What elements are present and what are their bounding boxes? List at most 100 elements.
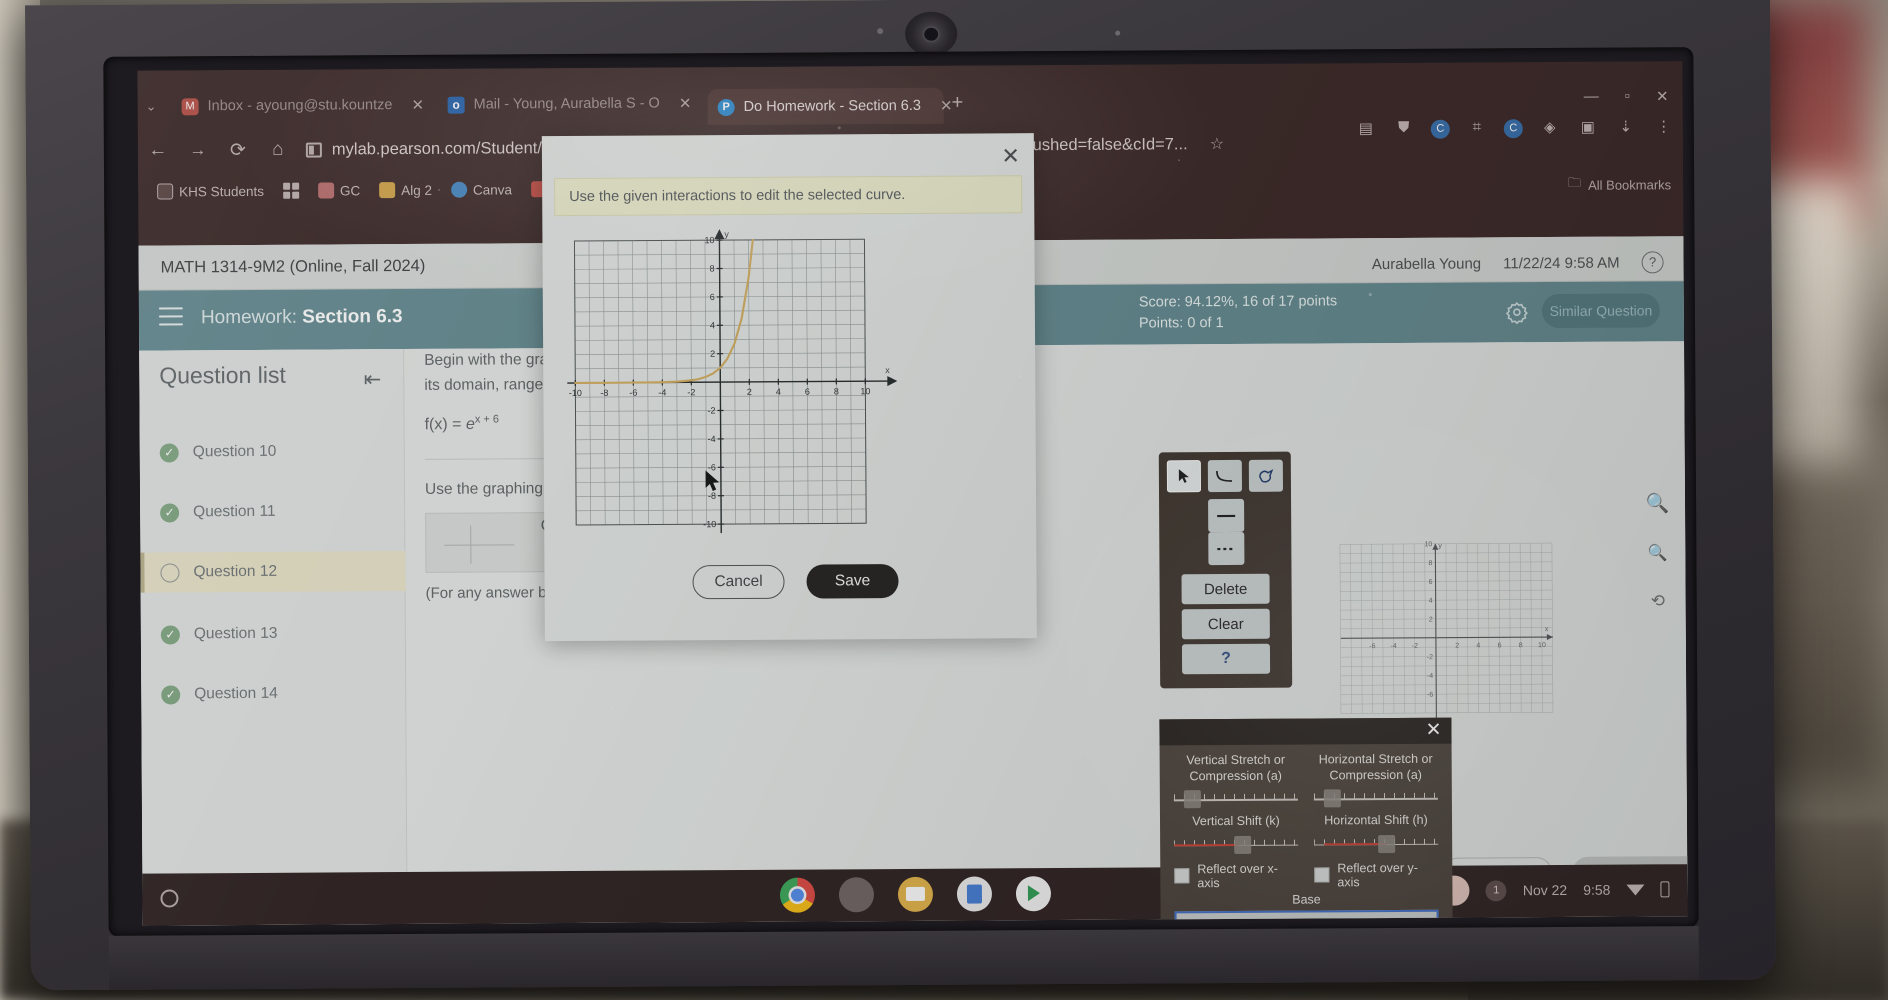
zoom-out-icon[interactable]: 🔍	[1648, 543, 1668, 563]
bezel-speck-1	[877, 28, 884, 35]
reflect-x-checkbox-row[interactable]: Reflect over x-axis	[1174, 861, 1298, 890]
cancel-button[interactable]: Cancel	[692, 564, 785, 600]
split-screen-icon[interactable]: ▤	[1355, 119, 1377, 139]
question-list-item-10[interactable]: Question 10	[140, 431, 405, 473]
reflect-x-checkbox[interactable]	[1174, 868, 1190, 884]
battery-icon[interactable]	[1660, 881, 1670, 898]
sync-icon[interactable]: ◈	[1539, 118, 1561, 138]
extensions-icon[interactable]: ⌗	[1466, 118, 1488, 138]
question-list-item-12[interactable]: Question 12	[140, 551, 406, 593]
forward-icon[interactable]: →	[178, 140, 218, 160]
svg-text:-2: -2	[707, 406, 715, 416]
shield-icon[interactable]: ⛊	[1393, 119, 1415, 139]
graph-canvas[interactable]: y x -10 -8 -6 -4 -2 2 4 6 8 10108642-2-4-6-8-10	[564, 226, 916, 538]
modal-instruction-banner: Use the given interactions to edit the s…	[554, 175, 1023, 217]
transformation-panel-close-icon[interactable]: ✕	[1425, 719, 1441, 742]
page-info-icon[interactable]	[305, 142, 322, 158]
profile-avatar-2[interactable]: C	[1503, 118, 1523, 138]
points-line: Points: 0 of 1	[1138, 315, 1224, 332]
reset-view-icon[interactable]: ⟲	[1651, 591, 1665, 611]
bookmark-label-2: GC	[339, 182, 361, 198]
svg-text:4: 4	[1429, 598, 1433, 605]
back-icon[interactable]: ←	[138, 139, 178, 161]
browser-tab-1-close-icon[interactable]: ✕	[679, 94, 692, 112]
wifi-icon[interactable]	[1626, 883, 1645, 896]
shelf-date[interactable]: Nov 22	[1523, 882, 1567, 898]
drag-hand-icon[interactable]	[1248, 459, 1284, 492]
maximize-button[interactable]: ▫	[1625, 88, 1630, 106]
bookmark-alg2[interactable]: Alg 2	[372, 179, 439, 201]
preview-graph[interactable]: -6 -4 -2 2 4 6 8 10 10 8 6 4 2 -2 -4 -6 y x	[1330, 537, 1563, 738]
all-bookmarks-button[interactable]: 🗀 All Bookmarks	[1568, 173, 1671, 196]
reload-icon[interactable]: ⟳	[218, 138, 258, 161]
solid-line-icon[interactable]	[1208, 498, 1245, 533]
browser-tab-0-close-icon[interactable]: ✕	[411, 96, 424, 114]
cast-icon[interactable]: ▣	[1577, 118, 1599, 138]
horizontal-stretch-slider[interactable]	[1313, 787, 1438, 810]
delete-button[interactable]: Delete	[1181, 573, 1270, 605]
base-label: Base	[1292, 892, 1321, 907]
palette-help-button[interactable]: ?	[1181, 643, 1271, 675]
horizontal-shift-control: Horizontal Shift (h)	[1314, 813, 1439, 856]
slider-knob[interactable]	[1378, 834, 1396, 853]
browser-tab-0[interactable]: Inbox - ayoung@stu.kountze ✕	[171, 83, 433, 129]
downloads-icon[interactable]: ⇣	[1615, 117, 1637, 137]
slider-knob[interactable]	[1323, 789, 1341, 808]
svg-text:-2: -2	[1412, 643, 1418, 650]
svg-text:-4: -4	[1390, 643, 1396, 650]
launcher-icon[interactable]	[160, 889, 179, 908]
svg-text:-6: -6	[1427, 692, 1433, 699]
reflect-y-checkbox[interactable]	[1314, 867, 1330, 883]
bookmark-apps[interactable]	[276, 180, 306, 202]
slider-knob[interactable]	[1183, 790, 1201, 809]
question-list-item-11[interactable]: Question 11	[140, 491, 405, 533]
browser-tab-2[interactable]: Do Homework - Section 6.3 ✕	[707, 87, 953, 126]
vertical-stretch-slider[interactable]	[1173, 788, 1298, 811]
horizontal-stretch-label: Horizontal Stretch or Compression (a)	[1318, 751, 1433, 783]
menu-icon[interactable]	[158, 307, 183, 326]
arrow-pointer-icon[interactable]	[1166, 460, 1202, 493]
chrome-menu-icon[interactable]: ⋮	[1653, 117, 1675, 137]
collapse-panel-icon[interactable]: ⇤	[364, 367, 382, 392]
svg-text:6: 6	[710, 292, 715, 302]
gear-icon[interactable]	[1505, 300, 1529, 325]
curve-tool-icon[interactable]	[1207, 459, 1243, 493]
svg-text:-10: -10	[569, 388, 582, 398]
browser-tab-1[interactable]: Mail - Young, Aurabella S - O ✕	[437, 81, 703, 127]
question-list-item-13[interactable]: Question 13	[141, 613, 406, 655]
svg-text:-6: -6	[629, 388, 637, 398]
notification-badge[interactable]: 1	[1485, 879, 1507, 901]
tab-list-chevron-icon[interactable]: ⌄	[146, 99, 157, 115]
docs-icon[interactable]	[956, 876, 992, 912]
clear-button[interactable]: Clear	[1181, 608, 1270, 640]
profile-avatar-1[interactable]: C	[1430, 119, 1450, 139]
close-window-button[interactable]: ✕	[1656, 87, 1669, 105]
course-title: MATH 1314-9M2 (Online, Fall 2024)	[160, 256, 426, 277]
dashed-line-icon[interactable]	[1208, 531, 1245, 566]
slides-icon[interactable]	[897, 876, 933, 913]
save-button[interactable]: Save	[806, 564, 899, 599]
bookmark-canva[interactable]: Canva	[444, 178, 519, 200]
transformation-panel: ✕ Vertical Stretch or Compression (a) Ho…	[1159, 717, 1453, 926]
horizontal-shift-slider[interactable]	[1314, 833, 1439, 856]
play-store-icon[interactable]	[1015, 876, 1051, 912]
slider-knob[interactable]	[1233, 835, 1251, 854]
modal-close-icon[interactable]: ✕	[1001, 143, 1020, 169]
vertical-shift-slider[interactable]	[1174, 833, 1299, 856]
zoom-in-icon[interactable]: 🔍	[1645, 491, 1669, 515]
similar-question-button[interactable]: Similar Question	[1541, 293, 1661, 329]
bookmark-khs-students[interactable]: KHS Students	[150, 180, 271, 203]
bookmark-gc[interactable]: GC	[311, 179, 367, 201]
chrome-icon[interactable]	[779, 877, 815, 913]
question-list-item-14[interactable]: Question 14	[141, 673, 406, 715]
reflect-y-checkbox-row[interactable]: Reflect over y-axis	[1314, 861, 1438, 890]
homework-title: Homework: Section 6.3	[201, 306, 403, 329]
help-icon[interactable]: ?	[1641, 251, 1664, 274]
minimize-button[interactable]: —	[1584, 88, 1599, 106]
shelf-time[interactable]: 9:58	[1583, 882, 1610, 898]
new-tab-button[interactable]: +	[952, 92, 964, 115]
bookmark-star-icon[interactable]: ☆	[1210, 134, 1224, 154]
svg-text:-2: -2	[1427, 654, 1433, 661]
home-icon[interactable]: ⌂	[258, 139, 298, 161]
gray-app-icon[interactable]	[838, 877, 874, 913]
